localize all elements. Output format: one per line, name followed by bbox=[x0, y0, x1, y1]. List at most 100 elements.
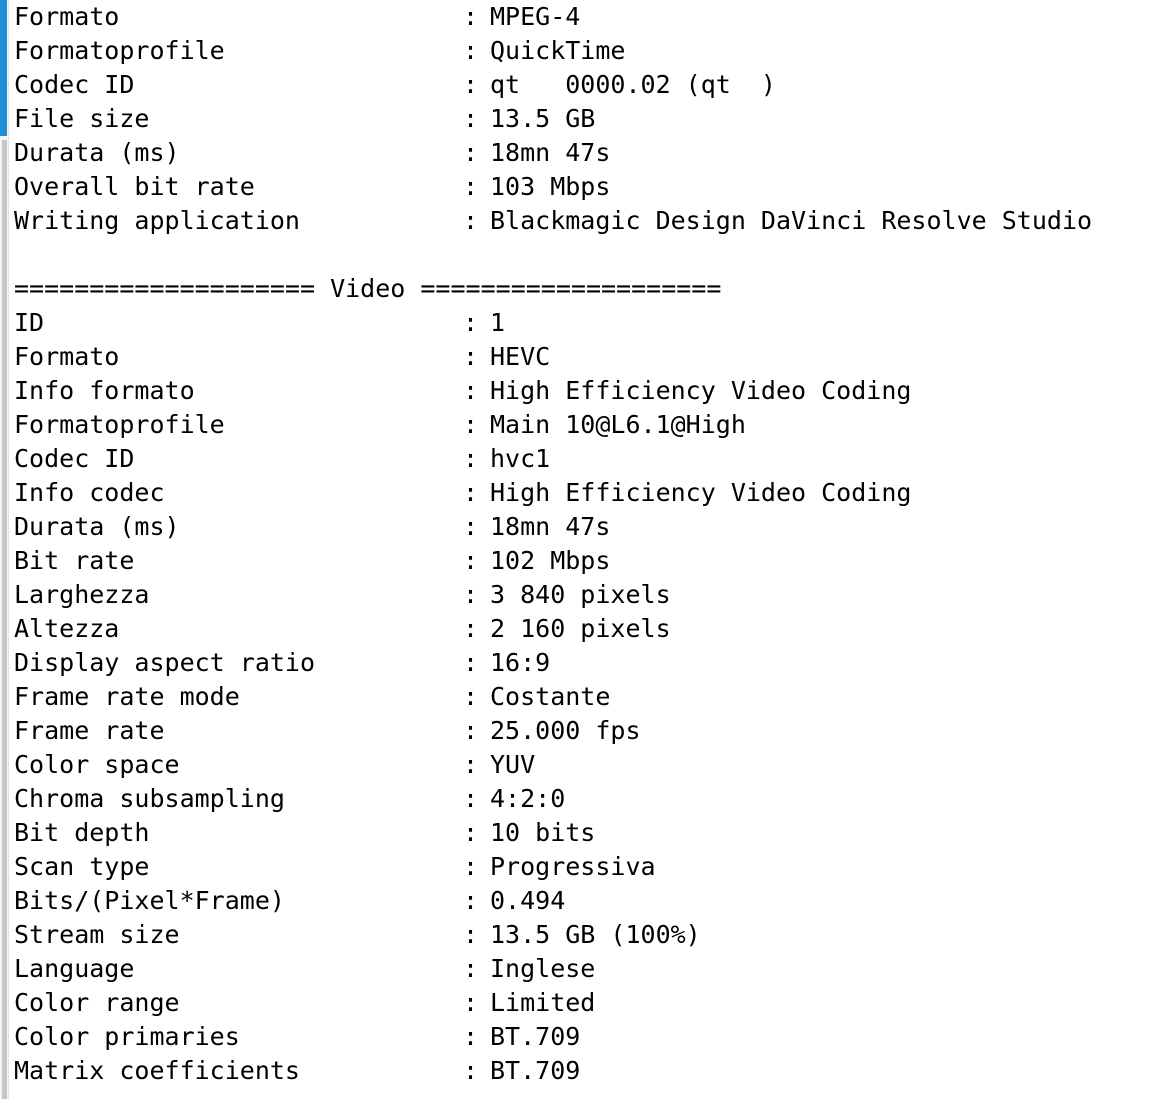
info-label: Bit rate bbox=[14, 546, 135, 575]
info-row: Codec ID: hvc1 bbox=[9, 442, 1165, 476]
info-row: Matrix coefficients: BT.709 bbox=[9, 1054, 1165, 1088]
info-row: Info formato: High Efficiency Video Codin… bbox=[9, 374, 1165, 408]
info-separator: : bbox=[463, 36, 479, 65]
info-row: Color range: Limited bbox=[9, 986, 1165, 1020]
info-label: Frame rate mode bbox=[14, 682, 240, 711]
info-value: High Efficiency Video Coding bbox=[490, 376, 912, 405]
info-separator: : bbox=[463, 1056, 479, 1085]
info-label: Matrix coefficients bbox=[14, 1056, 300, 1085]
info-row: Frame rate:25.000 fps bbox=[9, 714, 1165, 748]
info-row: Stream size:13.5 GB (100%) bbox=[9, 918, 1165, 952]
info-separator: : bbox=[463, 614, 479, 643]
info-value: Inglese bbox=[490, 954, 596, 983]
info-row: Larghezza:3 840 pixels bbox=[9, 578, 1165, 612]
info-value: 102 Mbps bbox=[490, 546, 611, 575]
info-row: Overall bit rate:103 Mbps bbox=[9, 170, 1165, 204]
info-separator: : bbox=[463, 546, 479, 575]
info-separator: : bbox=[463, 512, 479, 541]
mediainfo-panel: Formato: MPEG-4 Formatoprofile: QuickTime Co… bbox=[0, 0, 1165, 1099]
info-row: Display aspect ratio:16:9 bbox=[9, 646, 1165, 680]
info-separator: : bbox=[463, 682, 479, 711]
info-separator: : bbox=[463, 818, 479, 847]
info-value: BT.709 bbox=[490, 1022, 581, 1051]
info-separator: : bbox=[463, 478, 479, 507]
info-row: Color primaries: BT.709 bbox=[9, 1020, 1165, 1054]
info-label: Color primaries bbox=[14, 1022, 240, 1051]
info-label: Scan type bbox=[14, 852, 150, 881]
section-divider-text: ==================== Video =============… bbox=[14, 274, 722, 303]
info-value: HEVC bbox=[490, 342, 551, 371]
info-row: Formato: MPEG-4 bbox=[9, 0, 1165, 34]
mediainfo-text-output[interactable]: Formato: MPEG-4 Formatoprofile: QuickTime Co… bbox=[9, 0, 1165, 1099]
info-row: Language: Inglese bbox=[9, 952, 1165, 986]
info-separator: : bbox=[463, 2, 479, 31]
info-label: ID bbox=[14, 308, 45, 337]
info-separator: : bbox=[463, 376, 479, 405]
info-separator: : bbox=[463, 750, 479, 779]
info-separator: : bbox=[463, 206, 479, 235]
info-value: 18mn 47s bbox=[490, 138, 611, 167]
info-row: Formatoprofile: Main 10@L6.1@High bbox=[9, 408, 1165, 442]
info-row: Bit rate:102 Mbps bbox=[9, 544, 1165, 578]
info-label: Formato bbox=[14, 2, 120, 31]
info-value: hvc1 bbox=[490, 444, 551, 473]
info-separator: : bbox=[463, 648, 479, 677]
info-value: 3 840 pixels bbox=[490, 580, 671, 609]
info-row: ID:1 bbox=[9, 306, 1165, 340]
info-value: 2 160 pixels bbox=[490, 614, 671, 643]
scrollbar-thumb-lower[interactable] bbox=[2, 140, 7, 1099]
info-value: MPEG-4 bbox=[490, 2, 581, 31]
info-row: Info codec: High Efficiency Video Coding bbox=[9, 476, 1165, 510]
info-label: Bit depth bbox=[14, 818, 150, 847]
info-row: Color space: YUV bbox=[9, 748, 1165, 782]
info-label: Color space bbox=[14, 750, 180, 779]
info-separator: : bbox=[463, 308, 479, 337]
info-value: High Efficiency Video Coding bbox=[490, 478, 912, 507]
info-label: Frame rate bbox=[14, 716, 165, 745]
info-separator: : bbox=[463, 70, 479, 99]
info-row: Durata (ms):18mn 47s bbox=[9, 510, 1165, 544]
info-separator: : bbox=[463, 138, 479, 167]
info-label: Writing application bbox=[14, 206, 300, 235]
info-value: QuickTime bbox=[490, 36, 626, 65]
info-label: Formato bbox=[14, 342, 120, 371]
info-label: Info codec bbox=[14, 478, 165, 507]
info-value: 10 bits bbox=[490, 818, 596, 847]
info-row: Bit depth:10 bits bbox=[9, 816, 1165, 850]
scrollbar-thumb[interactable] bbox=[0, 0, 7, 136]
info-label: File size bbox=[14, 104, 150, 133]
info-separator: : bbox=[463, 716, 479, 745]
info-value: 4:2:0 bbox=[490, 784, 566, 813]
info-row: Formato: HEVC bbox=[9, 340, 1165, 374]
info-value: 18mn 47s bbox=[490, 512, 611, 541]
info-value: 25.000 fps bbox=[490, 716, 641, 745]
info-value: 103 Mbps bbox=[490, 172, 611, 201]
info-separator: : bbox=[463, 852, 479, 881]
info-value: qt 0000.02 (qt ) bbox=[490, 70, 776, 99]
info-separator: : bbox=[463, 1022, 479, 1051]
info-label: Larghezza bbox=[14, 580, 150, 609]
info-separator: : bbox=[463, 104, 479, 133]
info-label: Durata (ms) bbox=[14, 138, 180, 167]
vertical-scrollbar[interactable] bbox=[0, 0, 9, 1099]
info-separator: : bbox=[463, 172, 479, 201]
info-value: 13.5 GB (100%) bbox=[490, 920, 701, 949]
info-label: Formatoprofile bbox=[14, 36, 225, 65]
info-separator: : bbox=[463, 920, 479, 949]
info-value: 1 bbox=[490, 308, 506, 337]
info-separator: : bbox=[463, 342, 479, 371]
info-row: Writing application: Blackmagic Design Da… bbox=[9, 204, 1165, 238]
info-row: Durata (ms):18mn 47s bbox=[9, 136, 1165, 170]
info-row: Formatoprofile: QuickTime bbox=[9, 34, 1165, 68]
info-label: Language bbox=[14, 954, 135, 983]
info-label: Bits/(Pixel*Frame) bbox=[14, 886, 285, 915]
info-separator: : bbox=[463, 444, 479, 473]
info-value: BT.709 bbox=[490, 1056, 581, 1085]
info-row: File size:13.5 GB bbox=[9, 102, 1165, 136]
info-row: Scan type: Progressiva bbox=[9, 850, 1165, 884]
info-label: Chroma subsampling bbox=[14, 784, 285, 813]
info-row: Bits/(Pixel*Frame):0.494 bbox=[9, 884, 1165, 918]
info-row: Codec ID: qt 0000.02 (qt ) bbox=[9, 68, 1165, 102]
info-label: Overall bit rate bbox=[14, 172, 255, 201]
